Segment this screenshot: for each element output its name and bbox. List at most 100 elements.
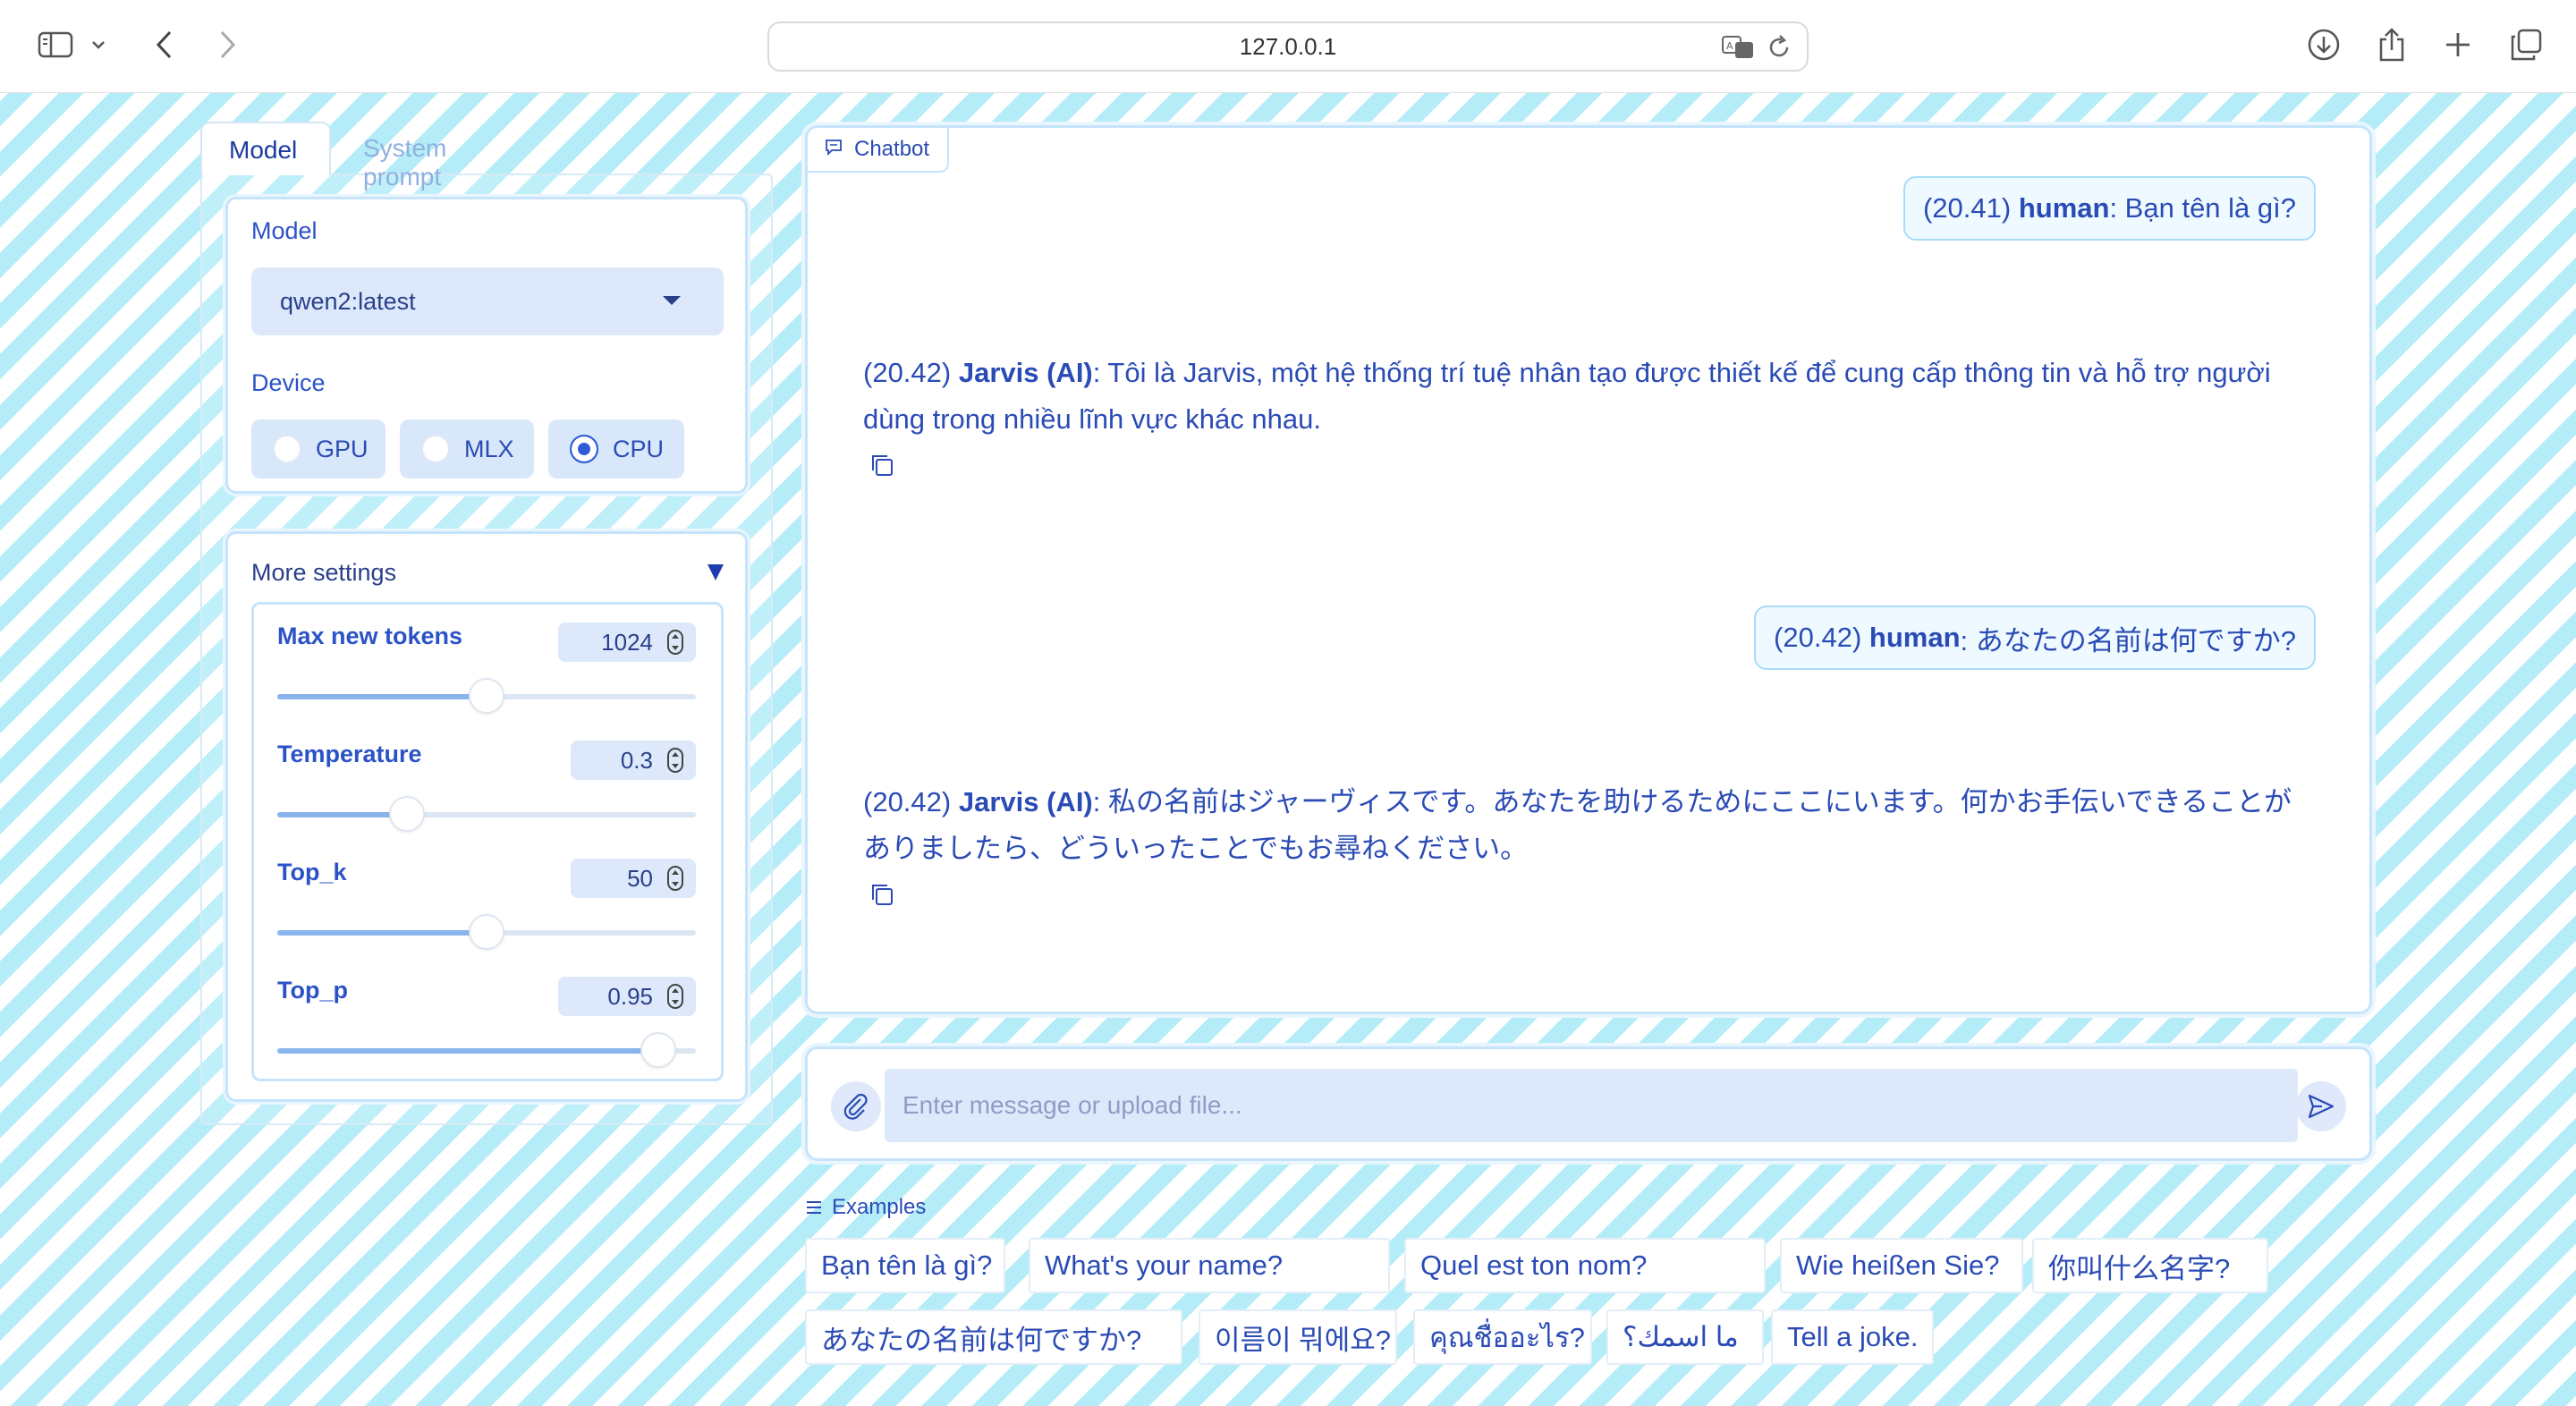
message-input-card	[805, 1046, 2372, 1161]
example-button[interactable]: Bạn tên là gì?	[805, 1238, 1005, 1293]
examples-label: Examples	[832, 1195, 927, 1219]
example-button[interactable]: あなたの名前は何ですか?	[805, 1309, 1182, 1365]
slider-label: Max new tokens	[277, 623, 463, 649]
top-k-slider[interactable]	[277, 914, 696, 950]
device-option-label: CPU	[613, 435, 665, 462]
message-time: (20.41)	[1922, 192, 2012, 224]
device-option-gpu[interactable]: GPU	[251, 419, 386, 479]
bot-message: (20.42) Jarvis (AI): 私の名前はジャーヴィスです。あなたを助…	[863, 779, 2312, 872]
message-speaker: Jarvis (AI)	[958, 357, 1093, 388]
tab-system-prompt[interactable]: System prompt	[336, 122, 473, 191]
radio-selected-icon	[570, 435, 598, 463]
list-icon	[807, 1201, 821, 1214]
stepper-icon[interactable]	[667, 984, 683, 1009]
example-button[interactable]: 이름이 뭐에요?	[1199, 1309, 1397, 1365]
more-settings-label: More settings	[251, 559, 397, 586]
reload-icon[interactable]	[1766, 34, 1792, 67]
chatbot-panel: Chatbot (20.41) human: Bạn tên là gì? (2…	[805, 125, 2372, 1014]
copy-icon[interactable]	[869, 881, 895, 908]
chevron-down-icon	[663, 296, 681, 305]
download-icon[interactable]	[2299, 20, 2349, 70]
top-p-input[interactable]: 0.95	[558, 977, 696, 1016]
paperclip-icon	[843, 1093, 868, 1120]
message-time: (20.42)	[863, 357, 952, 388]
slider-thumb[interactable]	[469, 914, 504, 950]
slider-fill	[277, 930, 487, 936]
collapse-triangle-icon	[708, 564, 724, 580]
stepper-icon[interactable]	[667, 630, 683, 655]
human-message: (20.42) human: あなたの名前は何ですか?	[1754, 606, 2316, 670]
chatbot-label: Chatbot	[854, 137, 930, 161]
slider-value: 50	[627, 864, 653, 892]
url-text: 127.0.0.1	[1239, 32, 1337, 60]
max-new-tokens-input[interactable]: 1024	[558, 623, 696, 662]
tabs-overview-icon[interactable]	[2501, 20, 2551, 70]
slider-thumb[interactable]	[469, 678, 504, 714]
back-icon[interactable]	[140, 20, 190, 70]
model-value: qwen2:latest	[280, 287, 416, 315]
device-option-label: MLX	[464, 435, 514, 462]
message-text: : Bạn tên là gì?	[2109, 192, 2296, 224]
forward-icon[interactable]	[202, 20, 252, 70]
slider-fill	[277, 812, 408, 817]
slider-thumb[interactable]	[389, 796, 426, 832]
slider-value: 1024	[601, 628, 653, 656]
slider-thumb[interactable]	[640, 1032, 676, 1068]
address-bar[interactable]: 127.0.0.1 A	[767, 21, 1809, 72]
sliders-group: Max new tokens 1024 Temperature 0.3 Top_…	[251, 602, 724, 1081]
slider-value: 0.95	[607, 982, 653, 1010]
chatbot-tag: Chatbot	[808, 128, 950, 173]
device-option-mlx[interactable]: MLX	[400, 419, 534, 479]
example-button[interactable]: Tell a joke.	[1771, 1309, 1934, 1365]
slider-fill	[277, 694, 487, 699]
radio-icon	[421, 435, 450, 463]
top-p-slider[interactable]	[277, 1032, 696, 1068]
device-label: Device	[251, 369, 326, 396]
device-option-cpu[interactable]: CPU	[548, 419, 684, 479]
send-icon	[2308, 1094, 2334, 1119]
device-option-label: GPU	[316, 435, 369, 462]
example-button[interactable]: 你叫什么名字?	[2032, 1238, 2268, 1293]
message-speaker: human	[2018, 192, 2110, 224]
top-k-input[interactable]: 50	[571, 859, 696, 898]
message-time: (20.42)	[1774, 622, 1862, 653]
example-button[interactable]: คุณชื่ออะไร?	[1413, 1309, 1592, 1365]
new-tab-icon[interactable]	[2433, 20, 2483, 70]
message-text: : あなたの名前は何ですか?	[1960, 624, 2296, 656]
chat-bubble-icon	[826, 140, 842, 157]
attach-file-button[interactable]	[831, 1081, 881, 1131]
max-new-tokens-slider[interactable]	[277, 678, 696, 714]
example-button[interactable]: Wie heißen Sie?	[1780, 1238, 2023, 1293]
slider-value: 0.3	[620, 746, 653, 774]
more-settings-toggle[interactable]: More settings	[251, 559, 724, 587]
model-select[interactable]: qwen2:latest	[251, 267, 724, 335]
chevron-down-icon[interactable]	[80, 20, 116, 70]
examples-header: Examples	[805, 1195, 926, 1220]
share-icon[interactable]	[2367, 20, 2417, 70]
example-button[interactable]: Quel est ton nom?	[1404, 1238, 1766, 1293]
copy-icon[interactable]	[869, 452, 895, 479]
example-button[interactable]: ما اسمك؟	[1606, 1309, 1764, 1365]
browser-toolbar: 127.0.0.1 A	[0, 0, 2576, 93]
model-label: Model	[251, 217, 318, 244]
slider-label: Top_k	[277, 859, 347, 885]
message-time: (20.42)	[863, 786, 952, 817]
bot-message: (20.42) Jarvis (AI): Tôi là Jarvis, một …	[863, 350, 2312, 443]
message-speaker: human	[1868, 622, 1961, 653]
settings-card: More settings Max new tokens 1024 Temper…	[225, 531, 748, 1102]
send-button[interactable]	[2296, 1081, 2346, 1131]
stepper-icon[interactable]	[667, 748, 683, 773]
sidebar-icon[interactable]	[30, 20, 80, 70]
translate-icon[interactable]: A	[1721, 34, 1757, 67]
tab-model[interactable]: Model	[200, 122, 331, 175]
slider-fill	[277, 1048, 658, 1054]
stepper-icon[interactable]	[667, 866, 683, 891]
message-speaker: Jarvis (AI)	[958, 786, 1093, 817]
radio-icon	[273, 435, 301, 463]
svg-text:A: A	[1726, 40, 1733, 52]
temperature-input[interactable]: 0.3	[571, 741, 696, 780]
human-message: (20.41) human: Bạn tên là gì?	[1902, 176, 2316, 241]
message-input[interactable]	[885, 1069, 2298, 1142]
temperature-slider[interactable]	[277, 796, 696, 832]
example-button[interactable]: What's your name?	[1029, 1238, 1390, 1293]
